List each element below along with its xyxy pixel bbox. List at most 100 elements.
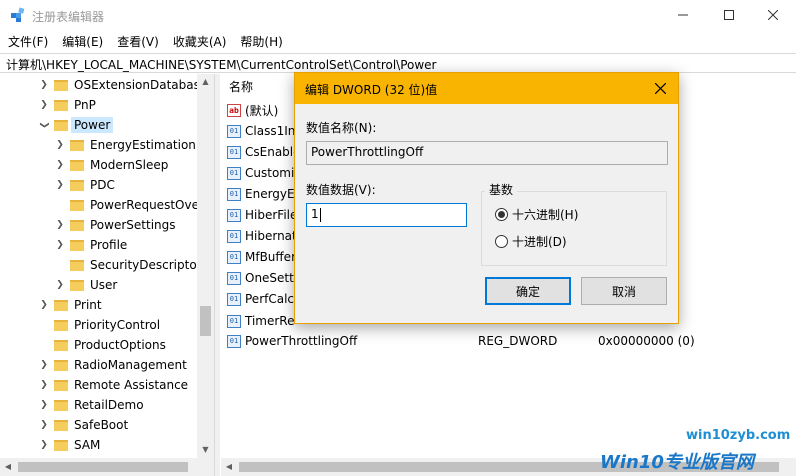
value-row[interactable]: 01 CsEnable [227,142,301,162]
dialog-close-button[interactable] [648,77,672,99]
binary-value-icon: 01 [227,124,241,138]
value-data-input[interactable]: 1 [306,203,467,227]
folder-icon [54,319,68,331]
close-window-button[interactable] [750,0,796,30]
chevron-right-icon[interactable]: ❯ [38,375,50,395]
value-row[interactable]: 01 TimerRe [227,311,294,331]
folder-icon [70,219,84,231]
value-row[interactable]: 01 OneSetti [227,268,297,288]
key-tree: ❯ OSExtensionDatabase ❯ PnP ❯ Power ❯ En… [0,74,214,458]
folder-icon [54,299,68,311]
scroll-left-icon[interactable]: ◀ [0,458,16,476]
scroll-left-icon[interactable]: ◀ [221,458,237,476]
chevron-right-icon[interactable]: ❯ [54,175,66,195]
chevron-right-icon[interactable]: ❯ [38,355,50,375]
text-caret [319,207,321,222]
maximize-button[interactable] [706,0,752,30]
value-row[interactable]: 01 Hibernat [227,226,297,246]
value-row[interactable]: 01 EnergyEs [227,184,301,204]
maximize-icon [724,10,734,20]
tree-item-retaildemo[interactable]: ❯ RetailDemo [38,395,143,415]
tree-item-pnp[interactable]: ❯ PnP [38,95,96,115]
chevron-right-icon[interactable]: ❯ [54,215,66,235]
tree-item-power[interactable]: ❯ Power [38,115,114,135]
tree-item-productoptions[interactable]: ProductOptions [38,335,166,355]
edit-dword-dialog: 编辑 DWORD (32 位)值 数值名称(N): PowerThrottlin… [294,72,679,324]
chevron-right-icon[interactable]: ❯ [38,395,50,415]
tree-item-modernsleep[interactable]: ❯ ModernSleep [54,155,168,175]
cancel-button[interactable]: 取消 [581,277,667,305]
chevron-right-icon[interactable]: ❯ [54,235,66,255]
folder-icon [70,239,84,251]
column-header-name[interactable]: 名称 [229,78,253,95]
value-data-label: 数值数据(V): [306,183,376,197]
value-row[interactable]: 01 PerfCalc [227,289,294,309]
base-groupbox [481,191,667,266]
address-bar[interactable]: 计算机\HKEY_LOCAL_MACHINE\SYSTEM\CurrentCon… [0,53,796,73]
tree-item-sam[interactable]: ❯ SAM [38,435,100,455]
value-row[interactable]: ab (默认) [227,100,278,120]
menu-file[interactable]: 文件(F) [0,30,55,52]
tree-item-profile[interactable]: ❯ Profile [54,235,127,255]
tree-item-prioritycontrol[interactable]: PriorityControl [38,315,160,335]
tree-item-user[interactable]: ❯ User [54,275,117,295]
tree-item-energyestimation[interactable]: ❯ EnergyEstimation [54,135,196,155]
hex-radio[interactable]: 十六进制(H) [495,206,578,223]
folder-icon [70,179,84,191]
close-icon [768,10,778,20]
menu-view[interactable]: 查看(V) [110,30,166,52]
base-label: 基数 [485,181,518,198]
folder-icon [54,399,68,411]
chevron-right-icon[interactable]: ❯ [38,295,50,315]
chevron-right-icon[interactable]: ❯ [38,75,50,95]
value-row[interactable]: 01 MfBuffer [227,247,296,267]
pane-splitter[interactable] [214,74,220,476]
dialog-title: 编辑 DWORD (32 位)值 [305,83,438,97]
scroll-thumb[interactable] [200,306,211,336]
menu-bar: 文件(F) 编辑(E) 查看(V) 收藏夹(A) 帮助(H) [0,30,796,52]
tree-item-remote-assistance[interactable]: ❯ Remote Assistance [38,375,188,395]
menu-favorites[interactable]: 收藏夹(A) [166,30,234,52]
tree-item-safeboot[interactable]: ❯ SafeBoot [38,415,128,435]
chevron-right-icon[interactable]: ❯ [38,415,50,435]
tree-item-osextensiondatabase[interactable]: ❯ OSExtensionDatabase [38,75,207,95]
value-row[interactable]: 01 Customiz [227,163,301,183]
folder-icon [54,79,68,91]
chevron-right-icon[interactable]: ❯ [54,135,66,155]
binary-value-icon: 01 [227,314,241,328]
chevron-right-icon[interactable]: ❯ [54,275,66,295]
tree-vertical-scrollbar[interactable]: ▲ ▼ [197,74,214,458]
tree-horizontal-scrollbar[interactable]: ◀ [0,458,214,476]
value-row-powerthrottlingoff[interactable]: 01 PowerThrottlingOff REG_DWORD 0x000000… [227,331,787,351]
tree-item-powerrequestoverride[interactable]: PowerRequestOve [54,195,199,215]
chevron-down-icon[interactable]: ❯ [34,119,54,131]
scroll-thumb[interactable] [18,462,188,472]
menu-help[interactable]: 帮助(H) [233,30,289,52]
ok-button[interactable]: 确定 [485,277,571,305]
value-row[interactable]: 01 HiberFile [227,205,297,225]
tree-item-print[interactable]: ❯ Print [38,295,101,315]
chevron-right-icon[interactable]: ❯ [38,435,50,455]
dec-radio[interactable]: 十进制(D) [495,233,567,250]
radio-unselected-icon[interactable] [495,235,508,248]
value-name-field[interactable]: PowerThrottlingOff [306,141,668,165]
folder-icon [54,379,68,391]
minimize-button[interactable] [660,0,706,30]
scroll-down-icon[interactable]: ▼ [197,442,214,458]
menu-edit[interactable]: 编辑(E) [55,30,110,52]
tree-item-powersettings[interactable]: ❯ PowerSettings [54,215,175,235]
radio-selected-icon[interactable] [495,208,508,221]
tree-item-pdc[interactable]: ❯ PDC [54,175,115,195]
binary-value-icon: 01 [227,250,241,264]
tree-item-radiomanagement[interactable]: ❯ RadioManagement [38,355,187,375]
dialog-title-bar[interactable]: 编辑 DWORD (32 位)值 [295,73,678,104]
watermark-brand: Win10专业版官网 [600,452,754,473]
binary-value-icon: 01 [227,229,241,243]
tree-item-securitydescriptors[interactable]: SecurityDescriptor [54,255,202,275]
value-row[interactable]: 01 Class1In [227,121,295,141]
folder-icon [54,439,68,451]
chevron-right-icon[interactable]: ❯ [38,95,50,115]
watermark-url: win10zyb.com [686,428,791,443]
scroll-up-icon[interactable]: ▲ [197,74,214,90]
chevron-right-icon[interactable]: ❯ [54,155,66,175]
